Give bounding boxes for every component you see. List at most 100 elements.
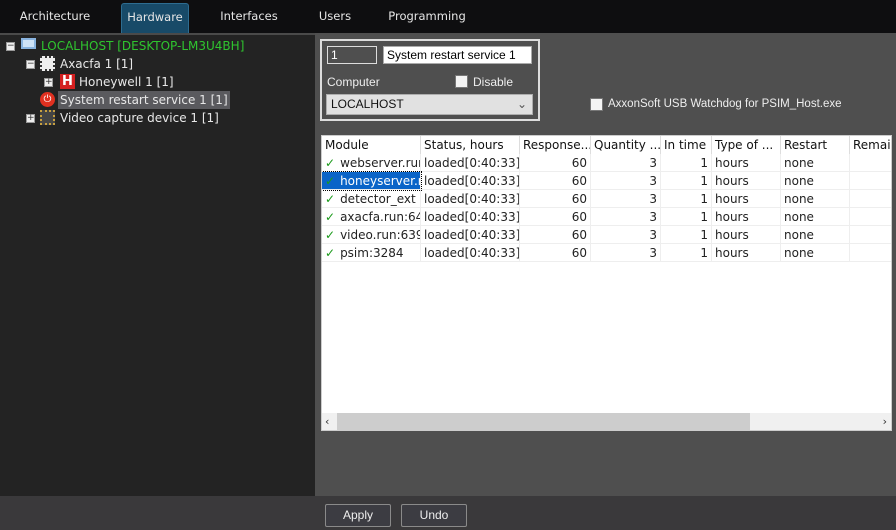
table-cell[interactable]: hours bbox=[712, 172, 781, 190]
table-cell[interactable]: 1 bbox=[661, 208, 712, 226]
module-name: webserver.run bbox=[340, 156, 421, 170]
name-field[interactable] bbox=[383, 46, 532, 64]
hardware-tree: − LOCALHOST [DESKTOP-LM3U4BH] − Axacfa 1… bbox=[0, 33, 315, 530]
module-name: detector_ext bbox=[340, 192, 416, 206]
table-cell[interactable]: loaded[0:40:33] bbox=[421, 244, 520, 262]
power-icon: ⏻ bbox=[40, 92, 55, 107]
table-cell[interactable] bbox=[850, 208, 891, 226]
table-cell[interactable]: 3 bbox=[591, 172, 661, 190]
table-cell[interactable]: ✓ detector_ext bbox=[322, 190, 421, 208]
table-cell[interactable]: 60 bbox=[520, 226, 591, 244]
table-cell[interactable]: 60 bbox=[520, 154, 591, 172]
undo-button[interactable]: Undo bbox=[401, 504, 467, 527]
table-cell[interactable]: 1 bbox=[661, 244, 712, 262]
table-cell[interactable]: none bbox=[781, 226, 850, 244]
disable-checkbox[interactable] bbox=[455, 75, 468, 88]
table-cell[interactable] bbox=[850, 190, 891, 208]
table-cell[interactable]: 1 bbox=[661, 190, 712, 208]
column-header[interactable]: Quantity ... bbox=[591, 136, 661, 154]
apply-button[interactable]: Apply bbox=[325, 504, 391, 527]
watchdog-checkbox[interactable] bbox=[590, 98, 603, 111]
table-cell[interactable]: 3 bbox=[591, 190, 661, 208]
table-cell[interactable]: loaded[0:40:33] bbox=[421, 190, 520, 208]
tree-node-axacfa[interactable]: Axacfa 1 [1] bbox=[60, 55, 133, 73]
table-cell[interactable]: 3 bbox=[591, 244, 661, 262]
table-cell[interactable]: ✓ psim:3284 bbox=[322, 244, 421, 262]
tree-node-restart-service[interactable]: System restart service 1 [1] bbox=[58, 91, 230, 109]
collapse-icon[interactable]: − bbox=[6, 42, 15, 51]
collapse-icon[interactable]: − bbox=[26, 60, 35, 69]
computer-icon bbox=[21, 38, 36, 49]
expand-icon[interactable]: + bbox=[26, 114, 35, 123]
tree-node-honeywell[interactable]: Honeywell 1 [1] bbox=[79, 73, 174, 91]
scrollbar-thumb[interactable] bbox=[337, 413, 750, 430]
table-cell[interactable]: loaded[0:40:33] bbox=[421, 226, 520, 244]
computer-select-value: LOCALHOST bbox=[331, 97, 404, 111]
check-icon: ✓ bbox=[325, 174, 336, 188]
column-header[interactable]: Remain bbox=[850, 136, 891, 154]
computer-label: Computer bbox=[327, 75, 380, 89]
check-icon: ✓ bbox=[325, 210, 336, 224]
column-header[interactable]: Module bbox=[322, 136, 421, 154]
column-header[interactable]: Response... bbox=[520, 136, 591, 154]
chevron-down-icon: ⌄ bbox=[516, 97, 527, 111]
table-cell[interactable]: loaded[0:40:33] bbox=[421, 208, 520, 226]
table-cell[interactable]: hours bbox=[712, 190, 781, 208]
check-icon: ✓ bbox=[325, 156, 336, 170]
tab-architecture[interactable]: Architecture bbox=[10, 3, 100, 33]
scroll-left-icon[interactable]: ‹ bbox=[325, 413, 329, 430]
table-cell[interactable]: hours bbox=[712, 226, 781, 244]
column-header[interactable]: Restart bbox=[781, 136, 850, 154]
table-cell[interactable]: 60 bbox=[520, 172, 591, 190]
check-icon: ✓ bbox=[325, 192, 336, 206]
table-cell[interactable]: none bbox=[781, 208, 850, 226]
table-cell[interactable]: 3 bbox=[591, 154, 661, 172]
table-cell[interactable]: none bbox=[781, 244, 850, 262]
computer-select[interactable]: LOCALHOST ⌄ bbox=[326, 94, 533, 115]
tab-hardware[interactable]: Hardware bbox=[121, 3, 189, 33]
tree-node-localhost[interactable]: LOCALHOST [DESKTOP-LM3U4BH] bbox=[41, 37, 244, 55]
column-header[interactable]: In time bbox=[661, 136, 712, 154]
tree-node-video-capture[interactable]: Video capture device 1 [1] bbox=[60, 109, 219, 127]
table-cell[interactable] bbox=[850, 172, 891, 190]
horizontal-scrollbar[interactable]: ‹ › bbox=[322, 413, 891, 430]
column-header[interactable]: Type of ... bbox=[712, 136, 781, 154]
table-cell[interactable]: ✓ webserver.run bbox=[322, 154, 421, 172]
table-cell[interactable]: hours bbox=[712, 154, 781, 172]
tab-interfaces[interactable]: Interfaces bbox=[210, 3, 288, 33]
honeywell-icon: H bbox=[60, 74, 75, 89]
modules-table: Module Status, hours Response... Quantity .… bbox=[321, 135, 892, 431]
axacfa-icon bbox=[40, 56, 55, 71]
table-cell[interactable]: ✓ axacfa.run:64 bbox=[322, 208, 421, 226]
table-cell[interactable]: 1 bbox=[661, 154, 712, 172]
table-cell[interactable]: ✓ honeyserver.run bbox=[322, 171, 422, 191]
table-cell[interactable]: 3 bbox=[591, 226, 661, 244]
table-cell[interactable]: 1 bbox=[661, 226, 712, 244]
table-cell[interactable] bbox=[850, 154, 891, 172]
module-name: honeyserver.run bbox=[340, 174, 420, 188]
table-cell[interactable] bbox=[850, 226, 891, 244]
expand-icon[interactable]: + bbox=[44, 78, 53, 87]
module-name: axacfa.run:64 bbox=[340, 210, 421, 224]
module-name: psim:3284 bbox=[340, 246, 404, 260]
table-cell[interactable] bbox=[850, 244, 891, 262]
table-cell[interactable]: hours bbox=[712, 244, 781, 262]
id-field[interactable] bbox=[327, 46, 377, 64]
table-cell[interactable]: none bbox=[781, 190, 850, 208]
table-cell[interactable]: 60 bbox=[520, 190, 591, 208]
scroll-right-icon[interactable]: › bbox=[883, 413, 887, 430]
table-cell[interactable]: 60 bbox=[520, 244, 591, 262]
tab-programming[interactable]: Programming bbox=[385, 3, 469, 33]
table-cell[interactable]: hours bbox=[712, 208, 781, 226]
module-name: video.run:639 bbox=[340, 228, 421, 242]
column-header[interactable]: Status, hours bbox=[421, 136, 520, 154]
table-cell[interactable]: 60 bbox=[520, 208, 591, 226]
table-cell[interactable]: 3 bbox=[591, 208, 661, 226]
table-cell[interactable]: none bbox=[781, 172, 850, 190]
table-cell[interactable]: loaded[0:40:33] bbox=[421, 172, 520, 190]
table-cell[interactable]: 1 bbox=[661, 172, 712, 190]
tab-users[interactable]: Users bbox=[305, 3, 365, 33]
table-cell[interactable]: none bbox=[781, 154, 850, 172]
table-cell[interactable]: ✓ video.run:639 bbox=[322, 226, 421, 244]
table-cell[interactable]: loaded[0:40:33] bbox=[421, 154, 520, 172]
